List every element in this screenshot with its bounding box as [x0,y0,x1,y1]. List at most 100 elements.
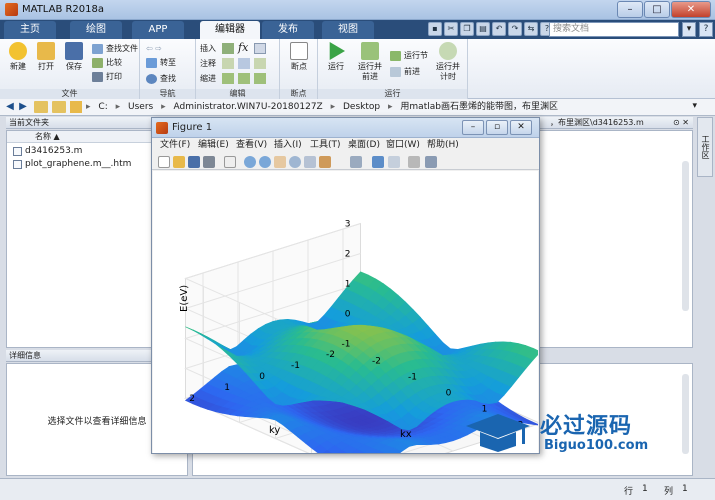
editor-controls-icon[interactable]: ⊙ ✕ [673,117,689,129]
breadcrumb-users[interactable]: Users [128,102,153,112]
find-files-button[interactable]: 查找文件 [92,43,138,55]
breadcrumb-folder[interactable]: 用matlab画石墨烯的能带图，布里渊区 [400,102,558,112]
colorbar-icon[interactable] [372,156,384,168]
paste-quick-icon[interactable]: ▤ [476,22,490,36]
show-plot-tools-icon[interactable] [425,156,437,168]
print-button[interactable]: 打印 [92,71,122,83]
increase-indent-icon[interactable] [238,73,250,84]
quick-access-toolbar: ▪ ✂ ❐ ▤ ↶ ↷ ⇆ ? [428,22,554,37]
breadcrumb-drive[interactable]: C: [98,102,107,112]
new-button[interactable]: 新建 [4,42,32,72]
editor-tab-title[interactable]: ，布里渊区\d3416253.m [550,117,644,129]
new-figure-icon[interactable] [158,156,170,168]
undo-quick-icon[interactable]: ↶ [492,22,506,36]
menu-insert[interactable]: 插入(I) [274,138,302,153]
tab-publish[interactable]: 发布 [262,21,314,39]
back-arrow-icon[interactable]: ◀ [4,101,16,113]
ribbon-tabs: 主页 绘图 APP 编辑器 发布 视图 ▪ ✂ ❐ ▤ ↶ ↷ ⇆ ? 搜索文档… [0,20,715,39]
search-dropdown-icon[interactable]: ▾ [682,22,696,37]
tab-home[interactable]: 主页 [4,21,56,39]
search-input[interactable]: 搜索文档 [549,22,679,37]
figure-close-button[interactable]: ✕ [510,120,532,135]
command-scrollbar[interactable] [682,374,689,454]
figure-minimize-button[interactable]: – [462,120,484,135]
goto-button[interactable]: 转至 [146,57,176,69]
run-button[interactable]: 运行 [322,42,350,72]
insert-button[interactable]: 插入 [200,43,216,55]
x-tick-label: 0 [446,389,452,399]
workspace-side-tab[interactable]: 工作区 [697,117,713,177]
run-section-button[interactable]: 运行节 [390,50,428,62]
redo-quick-icon[interactable]: ↷ [508,22,522,36]
pan-icon[interactable] [274,156,286,168]
breadcrumb-desktop[interactable]: Desktop [343,102,380,112]
link-plot-icon[interactable] [350,156,362,168]
root-folder-icon[interactable] [70,101,82,113]
menu-window[interactable]: 窗口(W) [386,138,420,153]
print-figure-icon[interactable] [203,156,215,168]
find-button[interactable]: 查找 [146,73,176,85]
run-advance-icon [361,42,379,60]
zoom-in-icon[interactable] [244,156,256,168]
insert-section-icon[interactable] [222,43,234,54]
brush-icon[interactable] [319,156,331,168]
cut-quick-icon[interactable]: ✂ [444,22,458,36]
nav-arrows[interactable]: ⇦ ⇨ [146,43,162,55]
menu-tools[interactable]: 工具(T) [310,138,341,153]
z-tick-label: -1 [342,340,351,350]
comment-button[interactable]: 注释 [200,58,216,70]
file-item[interactable]: plot_graphene.m__.htm [13,159,131,170]
address-bar: ◀ ▶ ▸ C: ▸ Users ▸ Administrator.WIN7U-2… [0,99,715,116]
find-files-icon [92,44,103,54]
file-item[interactable]: d3416253.m [13,146,82,157]
tab-plots[interactable]: 绘图 [70,21,122,39]
zoom-out-icon[interactable] [259,156,271,168]
data-cursor-icon[interactable] [304,156,316,168]
run-section-icon [390,51,401,61]
save-quick-icon[interactable]: ▪ [428,22,442,36]
insert-function-icon[interactable] [254,43,266,54]
wrap-comments-icon[interactable] [238,58,250,69]
open-button[interactable]: 打开 [32,42,60,72]
menu-edit[interactable]: 编辑(E) [198,138,229,153]
breakpoints-button[interactable]: 断点 [285,42,313,72]
menu-file[interactable]: 文件(F) [160,138,190,153]
comment-icon[interactable] [222,58,234,69]
tab-apps[interactable]: APP [132,21,184,39]
pointer-icon[interactable] [224,156,236,168]
save-figure-icon[interactable] [188,156,200,168]
fx-icon[interactable]: fx [238,41,248,54]
hide-plot-tools-icon[interactable] [408,156,420,168]
decrease-indent-icon[interactable] [254,73,266,84]
indent-button[interactable]: 缩进 [200,73,216,85]
figure-maximize-button[interactable]: ▫ [486,120,508,135]
uncomment-icon[interactable] [254,58,266,69]
maximize-button[interactable]: □ [644,1,670,18]
editor-scrollbar[interactable] [682,161,689,311]
switch-windows-icon[interactable]: ⇆ [524,22,538,36]
address-dropdown-icon[interactable]: ▾ [692,101,697,111]
advance-button[interactable]: 前进 [390,66,420,78]
tab-editor[interactable]: 编辑器 [200,21,260,39]
breadcrumb-admin[interactable]: Administrator.WIN7U-20180127Z [174,102,323,112]
tab-view[interactable]: 视图 [322,21,374,39]
forward-arrow-icon[interactable]: ▶ [17,101,29,113]
menu-help[interactable]: 帮助(H) [427,138,459,153]
legend-icon[interactable] [388,156,400,168]
rotate-3d-icon[interactable] [289,156,301,168]
menu-view[interactable]: 查看(V) [236,138,267,153]
copy-quick-icon[interactable]: ❐ [460,22,474,36]
save-button[interactable]: 保存 [60,42,88,72]
browse-folder-icon[interactable] [52,101,66,113]
z-tick-label: 3 [345,220,351,230]
menu-desktop[interactable]: 桌面(D) [348,138,380,153]
compare-button[interactable]: 比较 [92,57,122,69]
run-time-button[interactable]: 运行并 计时 [432,42,464,82]
up-folder-icon[interactable] [34,101,48,113]
smart-indent-icon[interactable] [222,73,234,84]
run-advance-button[interactable]: 运行并 前进 [354,42,386,82]
minimize-button[interactable]: – [617,1,643,18]
close-button[interactable]: ✕ [671,1,711,18]
help-button[interactable]: ? [699,22,713,37]
open-file-icon[interactable] [173,156,185,168]
